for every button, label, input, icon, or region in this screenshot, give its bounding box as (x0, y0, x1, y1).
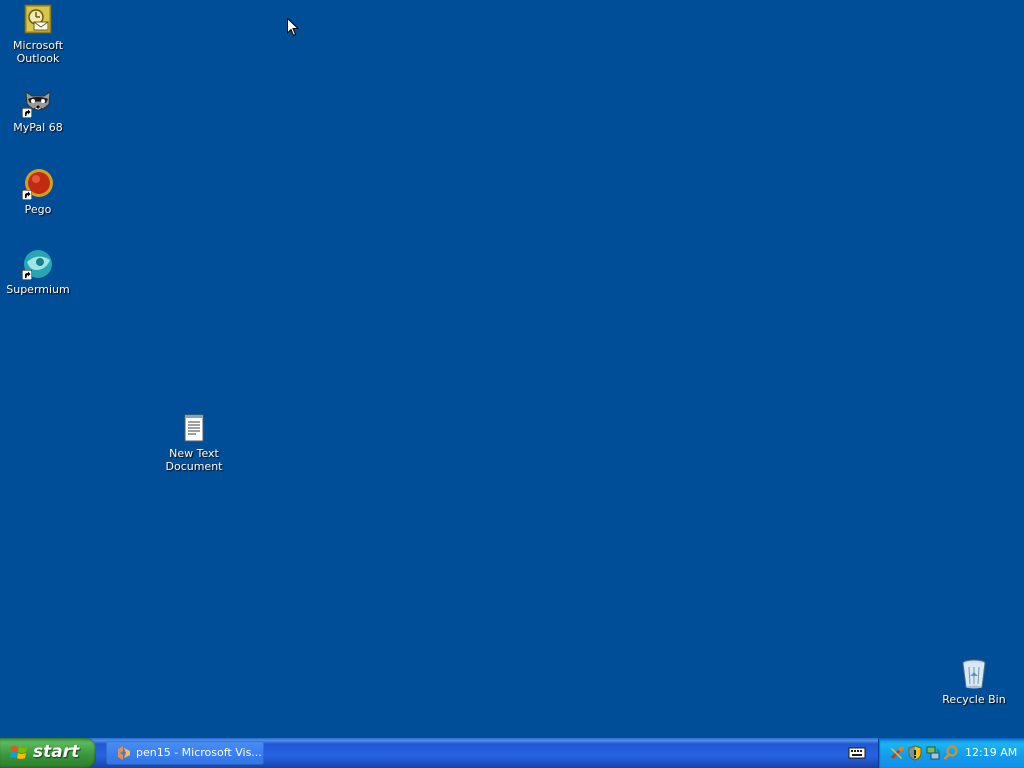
search-icon[interactable] (943, 745, 959, 761)
desktop-icon-mypal[interactable]: MyPal 68 (0, 86, 76, 134)
desktop-icon-label: MyPal 68 (13, 121, 63, 134)
desktop-icon-label: New Text Document (165, 447, 223, 473)
shortcut-arrow-icon (22, 108, 32, 118)
desktop-icon-supermium[interactable]: Supermium (0, 248, 76, 296)
text-document-icon (178, 412, 210, 444)
start-button[interactable]: start (0, 738, 96, 768)
taskbar: start pen15 - Microsoft Vis... 12:19 AM (0, 738, 1024, 768)
desktop-icon-label: Pego (24, 203, 52, 216)
desktop-icon-outlook[interactable]: Microsoft Outlook (0, 4, 76, 65)
recycle-bin-icon (958, 658, 990, 690)
visual-studio-icon (118, 746, 130, 760)
clock[interactable]: 12:19 AM (965, 746, 1017, 759)
desktop-icon-new-text-document[interactable]: New Text Document (156, 412, 232, 473)
outlook-icon (22, 4, 54, 36)
start-label: start (33, 742, 80, 762)
desktop-icon-label: Microsoft Outlook (12, 39, 64, 65)
desktop[interactable]: Microsoft Outlook MyPal 68 Pego Supermiu… (0, 0, 1024, 738)
network-icon[interactable] (925, 745, 941, 761)
desktop-icon-label: Supermium (6, 283, 70, 296)
desktop-icon-label: Recycle Bin (942, 693, 1006, 706)
desktop-icon-recycle-bin[interactable]: Recycle Bin (936, 658, 1012, 706)
mypal-raccoon-icon (22, 86, 54, 118)
pego-icon (22, 168, 54, 200)
supermium-icon (22, 248, 54, 280)
security-shield-icon[interactable] (907, 745, 923, 761)
desktop-icon-pego[interactable]: Pego (0, 168, 76, 216)
shortcut-arrow-icon (22, 190, 32, 200)
windows-logo-icon (10, 746, 27, 759)
system-tray: 12:19 AM (878, 738, 1024, 768)
keyboard-icon[interactable] (848, 746, 866, 760)
shortcut-arrow-icon (22, 270, 32, 280)
mouse-cursor-icon (287, 18, 299, 37)
taskbar-button-label: pen15 - Microsoft Vis... (136, 746, 262, 759)
taskbar-button-visual-studio[interactable]: pen15 - Microsoft Vis... (106, 741, 264, 765)
tools-icon[interactable] (889, 745, 905, 761)
